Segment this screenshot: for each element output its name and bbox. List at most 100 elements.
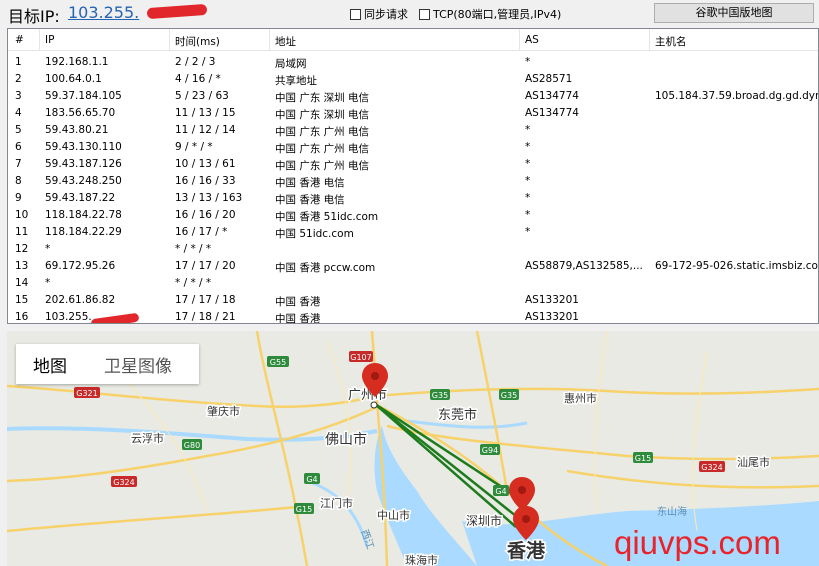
table-row[interactable]: 7 59.43.187.126 10 / 13 / 61 中国 广东 广州 电信 * xyxy=(8,156,818,173)
cell-ip: * xyxy=(45,277,51,289)
cell-number: 13 xyxy=(15,260,29,272)
cell-as: * xyxy=(525,175,531,187)
cell-ip: 59.43.80.21 xyxy=(45,124,109,136)
river-label: 西江 xyxy=(358,528,376,551)
cell-as: * xyxy=(525,192,531,204)
cell-as: * xyxy=(525,56,531,68)
cell-ip: 59.43.248.250 xyxy=(45,175,122,187)
cell-hostname: 105.184.37.59.broad.dg.gd.dyna xyxy=(655,90,819,102)
cell-time: * / * / * xyxy=(175,277,212,289)
river xyxy=(306,479,369,547)
svg-text:G4: G4 xyxy=(306,475,317,484)
cell-address: 局域网 xyxy=(275,58,307,70)
cell-time: 9 / * / * xyxy=(175,141,213,153)
cell-ip: 103.255. xyxy=(45,311,92,323)
column-header-address[interactable]: 地址 xyxy=(275,34,296,49)
column-header-hostname[interactable]: 主机名 xyxy=(655,34,687,49)
table-row[interactable]: 8 59.43.248.250 16 / 16 / 33 中国 香港 电信 * xyxy=(8,173,818,190)
cell-time: * / * / * xyxy=(175,243,212,255)
tcp-label: TCP(80端口,管理员,IPv4) xyxy=(433,8,562,21)
cell-as: AS133201 xyxy=(525,311,579,323)
target-ip-link[interactable]: 103.255. xyxy=(68,3,139,22)
google-china-map-button[interactable]: 谷歌中国版地图 xyxy=(654,3,814,23)
highway-shield: G35 xyxy=(499,389,519,400)
cell-number: 16 xyxy=(15,311,29,323)
cell-ip: 59.43.187.126 xyxy=(45,158,122,170)
cell-hostname: 69-172-95-026.static.imsbiz.com xyxy=(655,260,819,272)
column-header-number[interactable]: # xyxy=(15,34,24,46)
table-row[interactable]: 13 69.172.95.26 17 / 17 / 20 中国 香港 pccw.com… xyxy=(8,258,818,275)
cell-time: 16 / 16 / 33 xyxy=(175,175,236,187)
table-row[interactable]: 10 118.184.22.78 16 / 16 / 20 中国 香港 51idc.c… xyxy=(8,207,818,224)
highway-shield: G35 xyxy=(430,389,450,400)
highway-shield: G55 xyxy=(267,356,289,367)
svg-text:G4: G4 xyxy=(495,487,506,496)
cell-time: 13 / 13 / 163 xyxy=(175,192,243,204)
svg-text:G324: G324 xyxy=(113,478,134,487)
highway-shield: G107 xyxy=(349,351,373,362)
cell-address: 中国 香港 xyxy=(275,313,321,324)
road xyxy=(7,384,378,409)
table-row[interactable]: 4 183.56.65.70 11 / 13 / 15 中国 广东 深圳 电信 AS13… xyxy=(8,105,818,122)
table-row[interactable]: 11 118.184.22.29 16 / 17 / * 中国 51idc.com * xyxy=(8,224,818,241)
cell-time: 11 / 12 / 14 xyxy=(175,124,236,136)
table-row[interactable]: 12 * * / * / * xyxy=(8,241,818,258)
cell-address: 中国 广东 深圳 电信 xyxy=(275,92,370,104)
cell-as: AS134774 xyxy=(525,107,579,119)
cell-ip: 100.64.0.1 xyxy=(45,73,102,85)
cell-time: 2 / 2 / 3 xyxy=(175,56,216,68)
city-label: 中山市 xyxy=(377,508,410,522)
highway-shield: G4 xyxy=(304,473,320,484)
cell-number: 1 xyxy=(15,56,22,68)
cell-ip: 192.168.1.1 xyxy=(45,56,109,68)
cell-as: AS133201 xyxy=(525,294,579,306)
trace-table: # IP 时间(ms) 地址 AS 主机名 1 192.168.1.1 2 / 2 … xyxy=(7,28,819,324)
table-row[interactable]: 9 59.43.187.22 13 / 13 / 163 中国 香港 电信 * xyxy=(8,190,818,207)
city-label: 深圳市 xyxy=(466,513,502,528)
highway-shield: G15 xyxy=(633,452,653,463)
tab-map[interactable]: 地图 xyxy=(33,352,67,377)
cell-ip: * xyxy=(45,243,51,255)
cell-address: 中国 香港 电信 xyxy=(275,194,345,206)
cell-number: 11 xyxy=(15,226,29,238)
table-row[interactable]: 2 100.64.0.1 4 / 16 / * 共享地址 AS28571 xyxy=(8,71,818,88)
table-row[interactable]: 14 * * / * / * xyxy=(8,275,818,292)
table-row[interactable]: 3 59.37.184.105 5 / 23 / 63 中国 广东 深圳 电信 AS13… xyxy=(8,88,818,105)
table-row[interactable]: 1 192.168.1.1 2 / 2 / 3 局域网 * xyxy=(8,54,818,71)
cell-as: * xyxy=(525,209,531,221)
cell-number: 14 xyxy=(15,277,29,289)
cell-time: 5 / 23 / 63 xyxy=(175,90,229,102)
highway-shield: G321 xyxy=(74,387,100,398)
cell-number: 9 xyxy=(15,192,22,204)
cell-as: * xyxy=(525,226,531,238)
cell-number: 5 xyxy=(15,124,22,136)
sync-request-checkbox[interactable]: 同步请求 xyxy=(350,6,408,22)
table-row[interactable]: 15 202.61.86.82 17 / 17 / 18 中国 香港 AS133201 xyxy=(8,292,818,309)
cell-time: 17 / 17 / 20 xyxy=(175,260,236,272)
cell-number: 6 xyxy=(15,141,22,153)
column-header-as[interactable]: AS xyxy=(525,34,539,46)
cell-time: 16 / 17 / * xyxy=(175,226,228,238)
cell-number: 10 xyxy=(15,209,29,221)
cell-number: 8 xyxy=(15,175,22,187)
table-row[interactable]: 6 59.43.130.110 9 / * / * 中国 广东 广州 电信 * xyxy=(8,139,818,156)
sea-label: 东山海 xyxy=(657,505,687,518)
column-header-time[interactable]: 时间(ms) xyxy=(175,34,220,49)
checkbox-box[interactable] xyxy=(350,8,361,20)
cell-address: 中国 香港 51idc.com xyxy=(275,211,379,223)
tab-satellite[interactable]: 卫星图像 xyxy=(104,352,172,377)
city-label: 佛山市 xyxy=(325,431,367,448)
column-header-ip[interactable]: IP xyxy=(45,34,54,46)
city-label: 汕尾市 xyxy=(737,455,770,469)
cell-number: 12 xyxy=(15,243,29,255)
watermark: qiuvps.com xyxy=(614,524,781,561)
checkbox-box[interactable] xyxy=(419,8,430,20)
tcp-checkbox[interactable]: TCP(80端口,管理员,IPv4) xyxy=(419,6,561,22)
svg-text:G94: G94 xyxy=(482,446,498,455)
target-ip-label: 目标IP: xyxy=(8,7,60,26)
table-row[interactable]: 5 59.43.80.21 11 / 12 / 14 中国 广东 广州 电信 * xyxy=(8,122,818,139)
cell-time: 10 / 13 / 61 xyxy=(175,158,236,170)
route-map[interactable]: G107 G55 G321 G80 G35 G35 G94 G15 G15 G3… xyxy=(7,331,819,566)
map-marker-pin xyxy=(509,477,535,511)
cell-ip: 59.43.187.22 xyxy=(45,192,116,204)
